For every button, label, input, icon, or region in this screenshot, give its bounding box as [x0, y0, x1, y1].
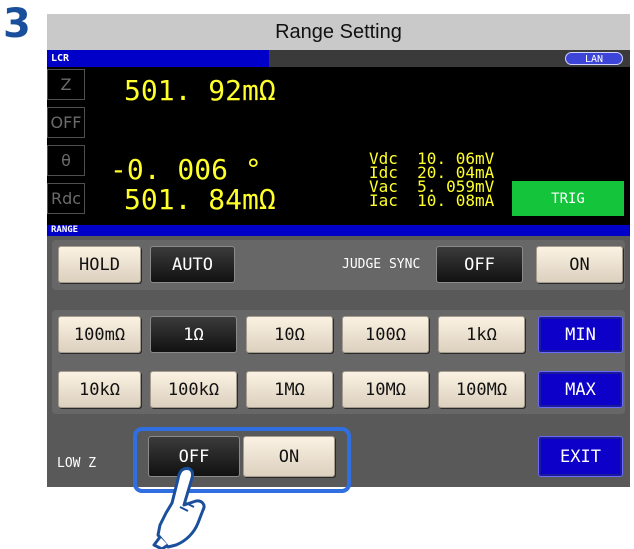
range-1m-ohm-button[interactable]: 1MΩ: [246, 371, 333, 408]
param-z[interactable]: Z: [47, 69, 85, 100]
mode-label: LCR: [47, 50, 269, 67]
low-z-label: LOW Z: [57, 456, 97, 471]
range-1-ohm-button[interactable]: 1Ω: [150, 316, 237, 353]
auto-button[interactable]: AUTO: [150, 246, 235, 283]
step-number: 3: [3, 1, 31, 47]
max-button[interactable]: MAX: [538, 371, 623, 408]
range-100k-ohm-button[interactable]: 100kΩ: [150, 371, 237, 408]
param-rdc[interactable]: Rdc: [47, 183, 85, 214]
exit-button[interactable]: EXIT: [538, 436, 623, 477]
range-10-ohm-button[interactable]: 10Ω: [246, 316, 333, 353]
reading-theta: -0. 006 °: [110, 153, 262, 186]
pointing-hand-icon: [152, 467, 206, 549]
measurement-area: Z OFF θ Rdc 501. 92mΩ -0. 006 ° 501. 84m…: [47, 67, 630, 225]
hold-button[interactable]: HOLD: [58, 246, 141, 283]
monitor-iac: Iac 10. 08mA: [369, 191, 495, 210]
lan-indicator: LAN: [565, 52, 623, 65]
min-button[interactable]: MIN: [538, 316, 623, 353]
status-bar: LCR LAN: [47, 50, 630, 67]
range-section-label: RANGE: [47, 225, 630, 236]
param-off[interactable]: OFF: [47, 107, 85, 138]
range-10k-ohm-button[interactable]: 10kΩ: [58, 371, 141, 408]
judge-sync-label: JUDGE SYNC: [342, 257, 421, 272]
range-100-ohm-button[interactable]: 100Ω: [342, 316, 429, 353]
range-10m-ohm-button[interactable]: 10MΩ: [342, 371, 429, 408]
range-1k-ohm-button[interactable]: 1kΩ: [438, 316, 525, 353]
param-theta[interactable]: θ: [47, 145, 85, 176]
judge-sync-off-button[interactable]: OFF: [436, 246, 523, 283]
judge-sync-on-button[interactable]: ON: [536, 246, 623, 283]
reading-z: 501. 92mΩ: [124, 74, 276, 107]
reading-rdc: 501. 84mΩ: [124, 183, 276, 216]
window-title: Range Setting: [47, 14, 630, 50]
trig-button[interactable]: TRIG: [512, 181, 624, 216]
range-100m-megaohm-button[interactable]: 100MΩ: [438, 371, 525, 408]
instrument-screen: LCR LAN Z OFF θ Rdc 501. 92mΩ -0. 006 ° …: [47, 50, 630, 487]
range-100m-ohm-button[interactable]: 100mΩ: [58, 316, 141, 353]
